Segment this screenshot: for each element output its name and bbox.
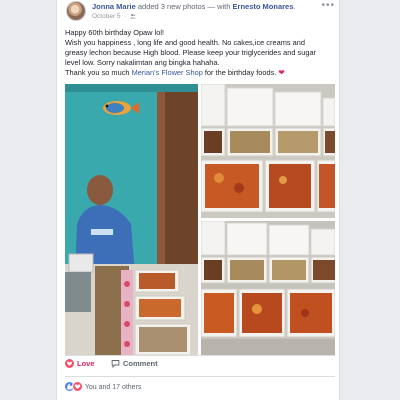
photo-grid [65,84,335,355]
thanks-prefix: Thank you so much [65,68,132,77]
audience-friends-icon[interactable] [130,13,137,19]
actions-divider-top [65,355,335,356]
post-line: Wish you happiness , long life and good … [65,38,305,47]
post-line: Happy 60th birthday Opaw lol! [65,28,165,37]
author-name[interactable]: Jonna Marie [92,2,136,11]
author-avatar[interactable] [66,1,86,21]
thanks-suffix: for the birthday foods. [202,68,279,77]
love-reaction-icon [72,381,83,392]
post-meta: October 5 · [92,13,137,20]
shop-link[interactable]: Merian's Flower Shop [132,68,203,77]
love-icon [65,359,74,368]
post-body: Happy 60th birthday Opaw lol! Wish you h… [65,28,337,78]
food-containers-photo-icon [201,84,335,218]
photo-food-containers-top[interactable] [201,84,335,218]
post-headline: Jonna Marie added 3 new photos — with Er… [92,2,295,11]
photo-food-containers-bottom[interactable] [201,221,335,355]
post-date[interactable]: October 5 [92,13,121,20]
comment-icon [111,360,120,368]
food-containers-photo-icon [201,221,335,355]
post-options-button[interactable]: ••• [321,0,335,11]
comment-button[interactable]: Comment [111,359,158,368]
reactions-count-text: You and 17 others [84,384,142,391]
comment-label: Comment [123,359,158,368]
post-card: Jonna Marie added 3 new photos — with Er… [56,0,340,400]
tagged-person[interactable]: Ernesto Monares [233,2,294,11]
meta-separator: · [124,13,127,20]
birthday-party-photo-icon [65,84,198,355]
post-thanks-line: Thank you so much Merian's Flower Shop f… [65,68,337,78]
post-actions: Love Comment [65,357,335,373]
post-line: level low. Sorry nakalimtan ang bingka h… [65,58,220,67]
actions-divider-bottom [65,376,335,377]
headline-period: . [293,2,296,11]
with-text: — with [207,2,231,11]
love-label: Love [77,359,95,368]
reactions-summary[interactable]: You and 17 others [65,381,141,393]
heart-emoji: ❤ [278,68,285,77]
post-line: greasy lechon because High blood. Please… [65,48,317,57]
love-button[interactable]: Love [65,359,95,368]
photo-birthday-party[interactable] [65,84,198,355]
post-header: Jonna Marie added 3 new photos — with Er… [65,0,335,24]
post-action-text: added 3 new photos [137,2,206,11]
